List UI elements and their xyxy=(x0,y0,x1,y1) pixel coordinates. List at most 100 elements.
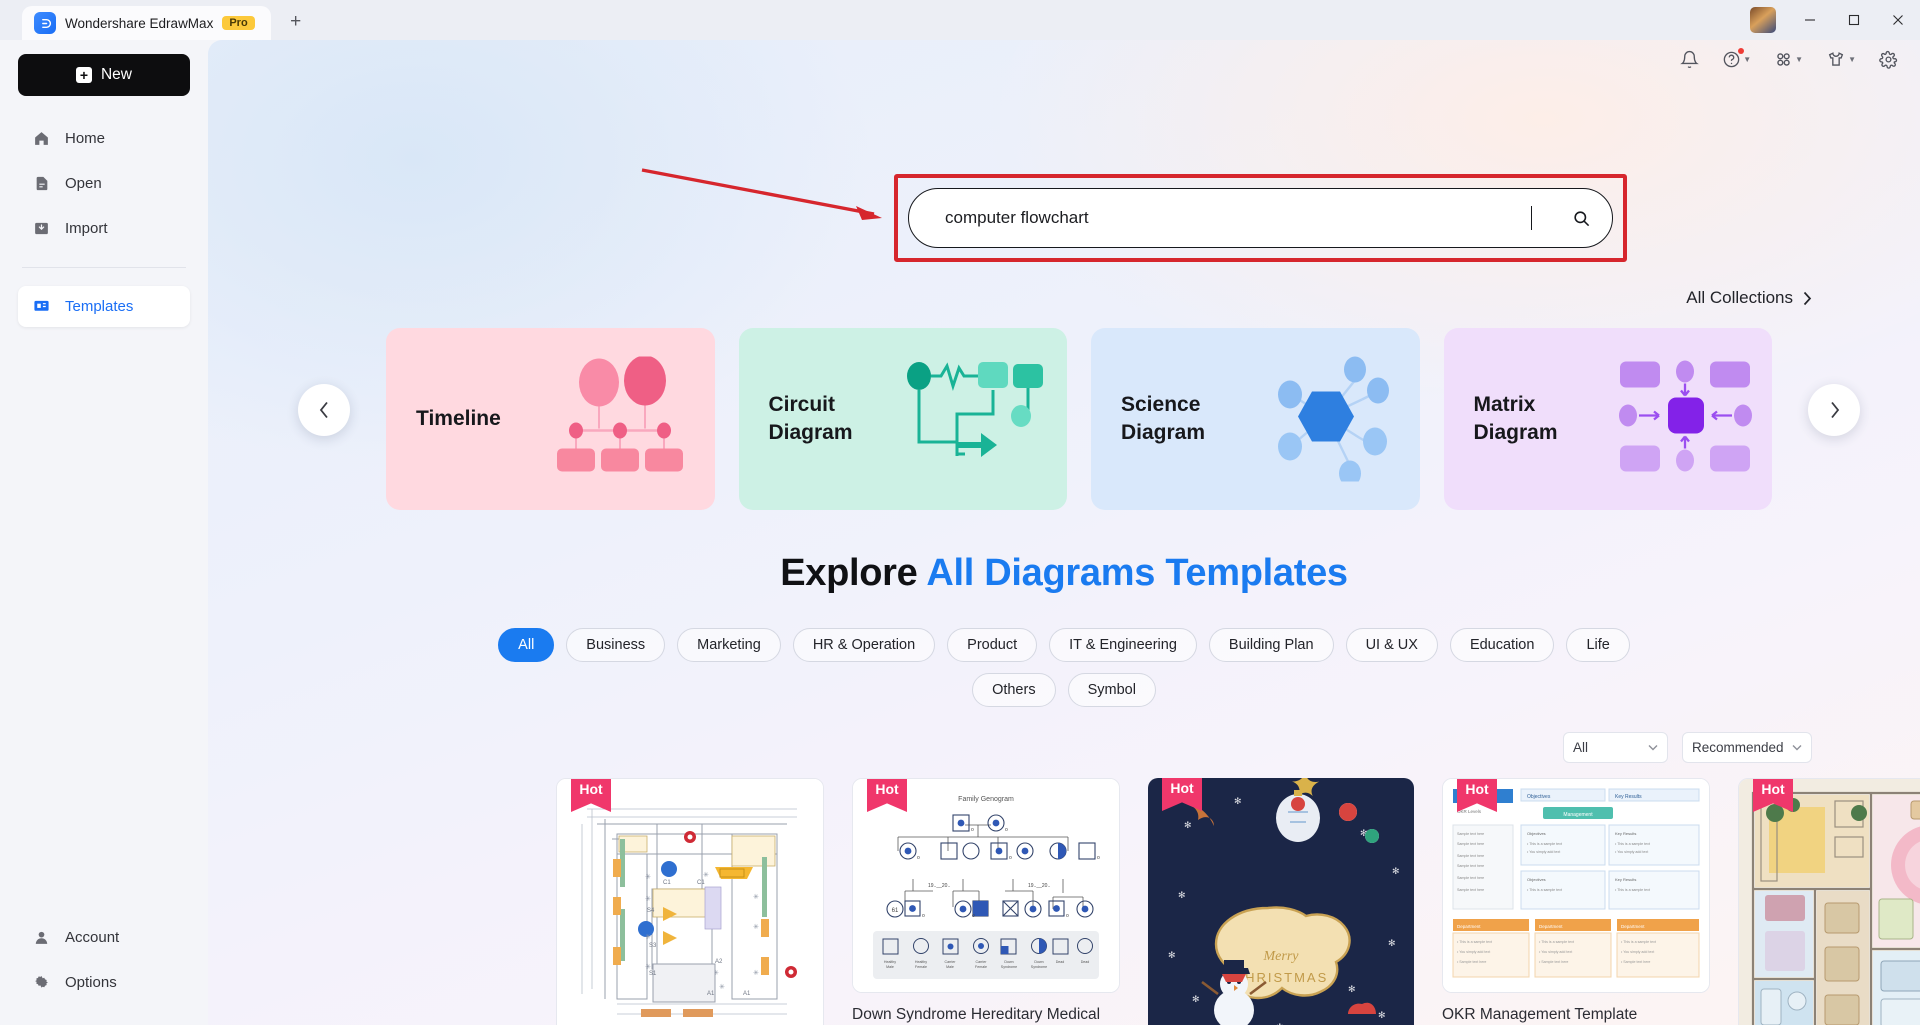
plus-icon: + xyxy=(75,67,92,83)
chip-education[interactable]: Education xyxy=(1449,628,1555,662)
svg-text:Objectives: Objectives xyxy=(1527,831,1546,836)
theme-shirt-icon[interactable]: ▼ xyxy=(1826,50,1856,69)
svg-text:• This is a sample text: • This is a sample text xyxy=(1539,940,1574,944)
sidebar-item-account[interactable]: Account xyxy=(18,917,190,958)
chip-life[interactable]: Life xyxy=(1566,628,1630,662)
collection-card-title: Science Diagram xyxy=(1121,393,1206,444)
chip-business[interactable]: Business xyxy=(566,628,666,662)
maximize-button[interactable] xyxy=(1832,0,1876,40)
sort-filter-value: Recommended xyxy=(1692,740,1784,755)
apps-grid-icon[interactable]: ▼ xyxy=(1774,50,1803,69)
chip-product[interactable]: Product xyxy=(947,628,1038,662)
template-thumbnail[interactable]: Hot Family Genogram o o o o o o o o 19..… xyxy=(852,778,1120,993)
svg-text:o: o xyxy=(1009,855,1012,861)
templates-icon xyxy=(32,297,51,316)
svg-text:Key Results: Key Results xyxy=(1615,831,1636,836)
svg-text:• This is a sample text: • This is a sample text xyxy=(1457,940,1492,944)
collection-card-matrix-diagram[interactable]: Matrix Diagram xyxy=(1443,328,1772,510)
template-card[interactable]: Hot OKR Levels OKR Levels Objectives Key… xyxy=(1442,778,1710,1025)
collection-card-circuit-diagram[interactable]: Circuit Diagram xyxy=(738,328,1067,510)
template-thumbnail[interactable]: Hot xyxy=(556,778,824,1025)
search-bar[interactable]: computer flowchart xyxy=(908,188,1613,248)
template-thumbnail[interactable]: Hot OKR Levels OKR Levels Objectives Key… xyxy=(1442,778,1710,993)
svg-text:Carrier: Carrier xyxy=(945,960,957,964)
chevron-left-icon xyxy=(319,401,328,419)
chip-building-plan[interactable]: Building Plan xyxy=(1208,628,1334,662)
sidebar-item-import[interactable]: Import xyxy=(18,208,190,249)
search-input[interactable]: computer flowchart xyxy=(945,208,1531,228)
minimize-button[interactable] xyxy=(1788,0,1832,40)
collection-card-science-diagram[interactable]: Science Diagram xyxy=(1091,328,1420,510)
svg-text:o: o xyxy=(972,913,975,919)
app-tab[interactable]: Wondershare EdrawMax Pro xyxy=(22,6,271,40)
sidebar-item-templates[interactable]: Templates xyxy=(18,286,190,327)
new-button-label: New xyxy=(100,66,132,83)
svg-text:Male: Male xyxy=(946,965,954,969)
svg-text:A1: A1 xyxy=(743,991,751,997)
chip-it-engineering[interactable]: IT & Engineering xyxy=(1049,628,1197,662)
svg-text:Sample text here: Sample text here xyxy=(1457,832,1484,836)
collection-card-timeline[interactable]: Timeline xyxy=(386,328,715,510)
sidebar-item-label-templates: Templates xyxy=(65,298,134,315)
svg-text:Merry: Merry xyxy=(1263,949,1300,964)
settings-gear-icon[interactable] xyxy=(1879,50,1898,69)
user-avatar[interactable] xyxy=(1750,7,1776,33)
svg-text:✻: ✻ xyxy=(1168,950,1176,960)
help-icon[interactable]: ▼ xyxy=(1722,48,1751,69)
svg-text:Female: Female xyxy=(915,965,927,969)
close-button[interactable] xyxy=(1876,0,1920,40)
svg-text:• You simply add text: • You simply add text xyxy=(1615,850,1648,854)
svg-text:Male: Male xyxy=(886,965,894,969)
svg-text:Down: Down xyxy=(1004,960,1013,964)
template-card[interactable]: Hot ✻✻✻ ✻✻✻ ✻✻✻ ✻✻✻ xyxy=(1148,778,1414,1025)
template-card[interactable]: Hot xyxy=(1738,778,1920,1025)
svg-text:o: o xyxy=(917,855,920,861)
sidebar-item-home[interactable]: Home xyxy=(18,118,190,159)
chip-ui-ux[interactable]: UI & UX xyxy=(1345,628,1438,662)
sidebar-item-options[interactable]: Options xyxy=(18,962,190,1003)
type-filter-select[interactable]: All xyxy=(1563,732,1668,763)
template-thumbnail[interactable]: Hot ✻✻✻ ✻✻✻ ✻✻✻ ✻✻✻ xyxy=(1148,778,1414,1025)
explore-heading: Explore All Diagrams Templates xyxy=(208,552,1920,595)
template-card[interactable]: Hot xyxy=(556,778,824,1025)
svg-text:Sample text here: Sample text here xyxy=(1457,876,1484,880)
template-name: OKR Management Template xyxy=(1442,1006,1638,1023)
home-icon xyxy=(32,129,51,148)
all-collections-link[interactable]: All Collections xyxy=(1686,288,1812,308)
new-tab-button[interactable]: + xyxy=(285,11,307,33)
svg-text:Healthy: Healthy xyxy=(884,960,896,964)
svg-text:✳: ✳ xyxy=(645,933,651,941)
svg-text:o: o xyxy=(1097,855,1100,861)
svg-text:✻: ✻ xyxy=(1184,820,1192,830)
new-document-button[interactable]: + New xyxy=(18,54,190,96)
svg-text:61: 61 xyxy=(892,908,899,914)
chip-marketing[interactable]: Marketing xyxy=(677,628,781,662)
carousel-next-button[interactable] xyxy=(1808,384,1860,436)
svg-text:Syndrome: Syndrome xyxy=(1031,965,1047,969)
svg-text:✳: ✳ xyxy=(719,983,725,991)
svg-text:• Sample text here: • Sample text here xyxy=(1457,960,1486,964)
chip-all[interactable]: All xyxy=(498,628,555,662)
svg-text:Dead: Dead xyxy=(1081,960,1090,964)
svg-text:Objectives: Objectives xyxy=(1527,794,1551,800)
svg-text:✳: ✳ xyxy=(645,895,651,903)
sidebar-divider xyxy=(22,267,186,268)
search-icon[interactable] xyxy=(1558,195,1604,241)
account-icon xyxy=(32,928,51,947)
explore-heading-plain: Explore xyxy=(780,552,927,594)
bell-icon[interactable] xyxy=(1680,50,1700,69)
svg-text:Family Genogram: Family Genogram xyxy=(958,796,1014,803)
template-thumbnail[interactable]: Hot xyxy=(1738,778,1920,1025)
chip-hr-operation[interactable]: HR & Operation xyxy=(792,628,936,662)
svg-text:• You simply add text: • You simply add text xyxy=(1527,850,1560,854)
chevron-down-icon: ▼ xyxy=(1795,55,1804,64)
sort-filter-select[interactable]: Recommended xyxy=(1682,732,1812,763)
chip-others[interactable]: Others xyxy=(972,673,1056,707)
chip-symbol[interactable]: Symbol xyxy=(1067,673,1156,707)
sidebar-item-open[interactable]: Open xyxy=(18,163,190,204)
carousel-prev-button[interactable] xyxy=(298,384,350,436)
circuit-art-icon xyxy=(901,354,1051,484)
svg-text:✳: ✳ xyxy=(753,893,759,901)
template-card[interactable]: Hot Family Genogram o o o o o o o o 19..… xyxy=(852,778,1120,1025)
svg-text:19..__20..: 19..__20.. xyxy=(1028,883,1050,889)
